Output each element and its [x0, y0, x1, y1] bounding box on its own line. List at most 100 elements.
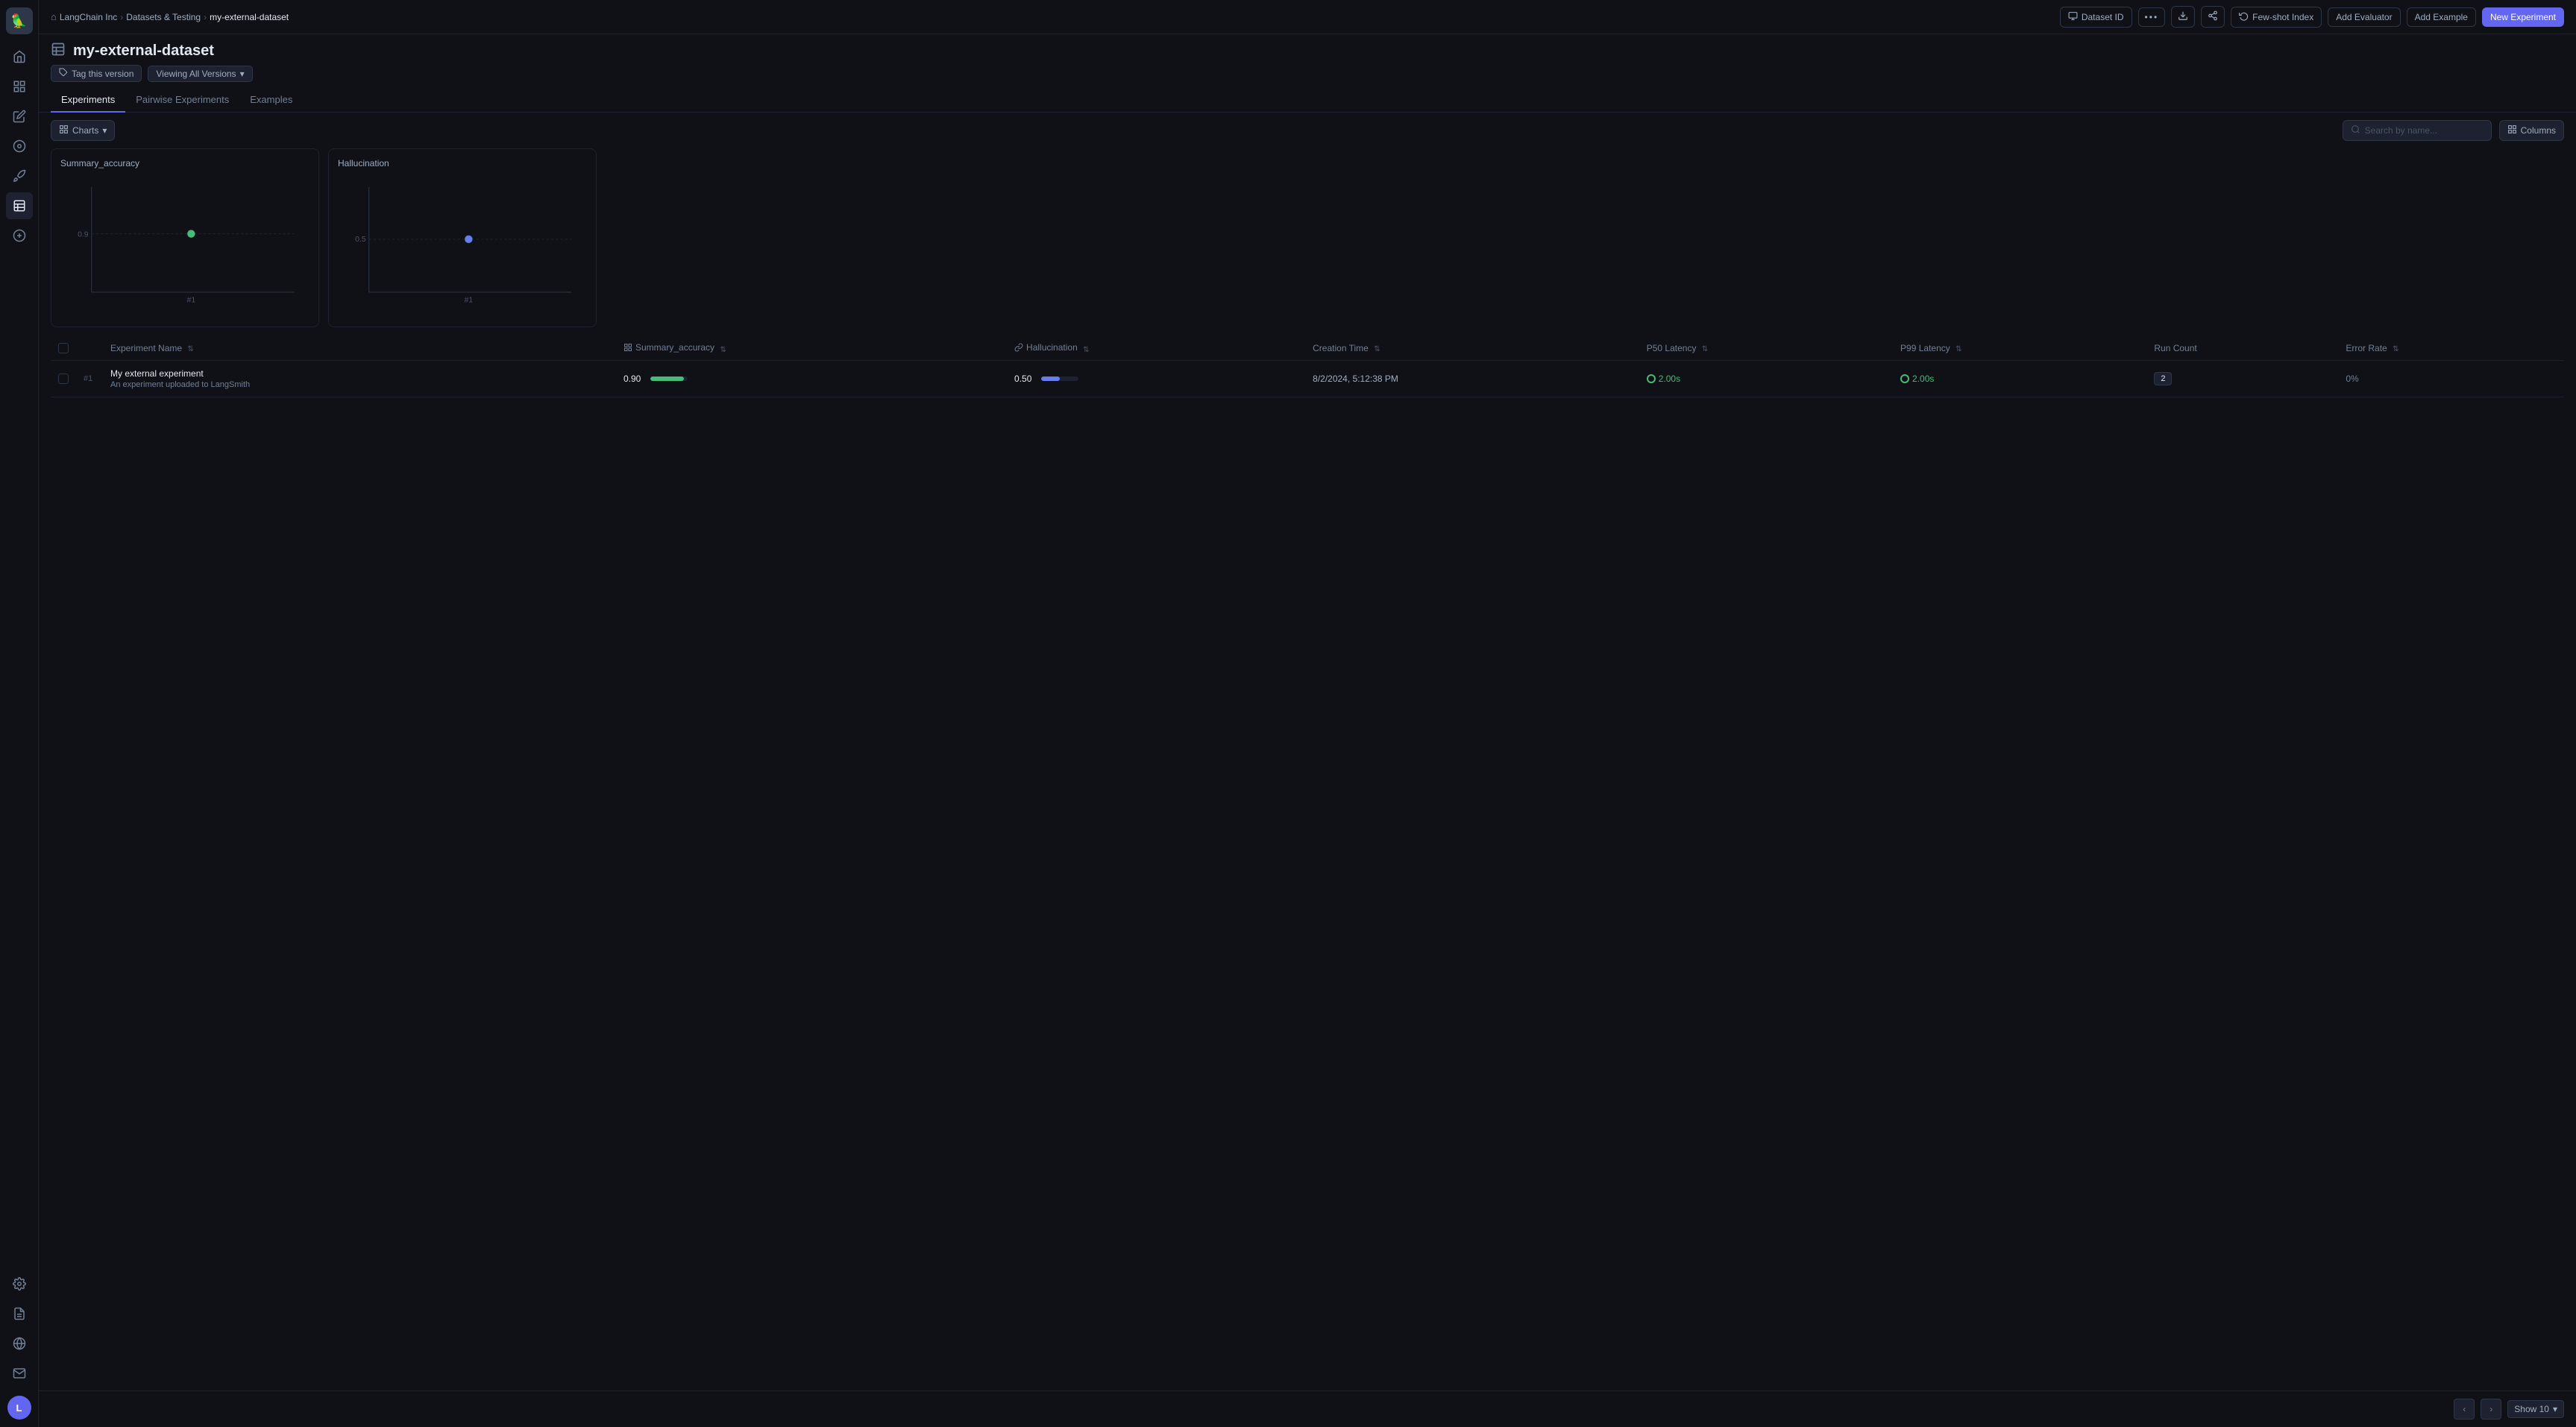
col-p50-latency[interactable]: P50 Latency ⇅ — [1639, 336, 1893, 361]
header-checkbox[interactable] — [58, 343, 69, 353]
sort-icon-error: ⇅ — [2393, 345, 2398, 353]
user-avatar[interactable]: L — [7, 1396, 31, 1420]
col-p99-latency[interactable]: P99 Latency ⇅ — [1893, 336, 2146, 361]
p99-latency: 2.00s — [1900, 374, 2139, 384]
breadcrumb-datasets[interactable]: Datasets & Testing — [126, 12, 201, 22]
hallucination-bar — [1041, 377, 1078, 381]
breadcrumb-dataset[interactable]: my-external-dataset — [210, 12, 289, 22]
sidebar-item-edit[interactable] — [6, 103, 33, 130]
download-button[interactable] — [2171, 6, 2195, 28]
tab-examples[interactable]: Examples — [239, 88, 303, 113]
col-hallucination[interactable]: Hallucination ⇅ — [1007, 336, 1305, 361]
svg-text:0.9: 0.9 — [78, 231, 89, 239]
add-evaluator-button[interactable]: Add Evaluator — [2328, 7, 2400, 27]
few-shot-button[interactable]: Few-shot Index — [2231, 7, 2322, 28]
toolbar: Charts ▾ Columns — [39, 113, 2576, 148]
sidebar: 🦜 — [0, 0, 39, 1427]
charts-label: Charts — [72, 125, 98, 136]
prev-page-button[interactable]: ‹ — [2454, 1399, 2475, 1420]
columns-label: Columns — [2521, 125, 2556, 136]
sidebar-item-settings[interactable] — [6, 1270, 33, 1297]
page-header: my-external-dataset — [39, 34, 2576, 63]
summary-accuracy-value: 0.90 — [623, 374, 646, 384]
breadcrumb-sep-1: › — [120, 12, 123, 22]
row-checkbox[interactable] — [58, 374, 69, 384]
more-options-button[interactable]: ••• — [2138, 7, 2166, 27]
sidebar-item-globe[interactable] — [6, 1330, 33, 1357]
charts-chevron-icon: ▾ — [102, 125, 107, 136]
row-name-cell: My external experiment An experiment upl… — [103, 361, 616, 397]
sidebar-item-datasets[interactable] — [6, 73, 33, 100]
add-example-button[interactable]: Add Example — [2407, 7, 2476, 27]
experiment-name[interactable]: My external experiment — [110, 368, 609, 379]
tag-version-button[interactable]: Tag this version — [51, 65, 142, 82]
tab-experiments[interactable]: Experiments — [51, 88, 125, 113]
chart-svg-1: 0.9 #1 — [60, 174, 310, 309]
row-hallucination-cell: 0.50 — [1007, 361, 1305, 397]
share-button[interactable] — [2201, 6, 2225, 28]
chart-title-2: Hallucination — [338, 158, 587, 168]
search-input[interactable] — [2365, 125, 2484, 136]
viewing-all-label: Viewing All Versions — [156, 69, 236, 79]
share-icon — [2208, 10, 2218, 23]
breadcrumb-langchain[interactable]: LangChain Inc — [60, 12, 117, 22]
col-creation-time[interactable]: Creation Time ⇅ — [1305, 336, 1639, 361]
row-num-cell: #1 — [76, 361, 103, 397]
more-icon: ••• — [2145, 12, 2159, 22]
dataset-id-button[interactable]: Dataset ID — [2060, 7, 2132, 28]
sidebar-item-table[interactable] — [6, 192, 33, 219]
p50-latency-value: 2.00s — [1659, 374, 1680, 384]
breadcrumb-icon: ⌂ — [51, 11, 57, 22]
sidebar-item-docs[interactable] — [6, 1300, 33, 1327]
tag-icon — [59, 68, 68, 79]
add-example-label: Add Example — [2415, 12, 2468, 22]
main-content: ⌂ LangChain Inc › Datasets & Testing › m… — [39, 0, 2576, 1427]
add-evaluator-label: Add Evaluator — [2336, 12, 2392, 22]
columns-button[interactable]: Columns — [2499, 120, 2564, 141]
charts-dropdown-icon — [59, 125, 69, 136]
sidebar-item-monitor[interactable] — [6, 133, 33, 160]
sort-icon-p99: ⇅ — [1955, 345, 1961, 353]
col-num — [76, 336, 103, 361]
row-p99-latency-cell: 2.00s — [1893, 361, 2146, 397]
chart-svg-2: 0.5 #1 — [338, 174, 587, 309]
table-header-row: Experiment Name ⇅ Summary_accuracy ⇅ — [51, 336, 2564, 361]
tab-pairwise[interactable]: Pairwise Experiments — [125, 88, 239, 113]
col-run-count: Run Count — [2146, 336, 2338, 361]
col-summary-accuracy[interactable]: Summary_accuracy ⇅ — [616, 336, 1007, 361]
sidebar-item-home[interactable] — [6, 43, 33, 70]
svg-text:0.5: 0.5 — [355, 236, 366, 244]
col-checkbox — [51, 336, 76, 361]
charts-dropdown-button[interactable]: Charts ▾ — [51, 120, 115, 141]
col-error-rate[interactable]: Error Rate ⇅ — [2338, 336, 2564, 361]
tag-version-label: Tag this version — [72, 69, 133, 79]
dataset-id-label: Dataset ID — [2082, 12, 2124, 22]
sidebar-item-mail[interactable] — [6, 1360, 33, 1387]
sidebar-logo[interactable]: 🦜 — [6, 7, 33, 34]
hallucination-fill — [1041, 377, 1060, 381]
page-title: my-external-dataset — [73, 42, 214, 60]
new-experiment-label: New Experiment — [2490, 12, 2556, 22]
sort-icon-p50: ⇅ — [1702, 345, 1708, 353]
table-row[interactable]: #1 My external experiment An experiment … — [51, 361, 2564, 397]
sidebar-item-add[interactable] — [6, 222, 33, 249]
topbar-actions: Dataset ID ••• — [2060, 6, 2564, 28]
viewing-versions-button[interactable]: Viewing All Versions ▾ — [148, 66, 252, 82]
summary-accuracy-fill — [650, 377, 684, 381]
summary-accuracy-bar — [650, 377, 688, 381]
show-per-page-select[interactable]: Show 10 ▾ — [2507, 1400, 2564, 1418]
sort-icon-hallucination: ⇅ — [1083, 346, 1089, 354]
next-page-button[interactable]: › — [2481, 1399, 2501, 1420]
new-experiment-button[interactable]: New Experiment — [2482, 7, 2564, 27]
hallucination-value: 0.50 — [1014, 374, 1037, 384]
p99-latency-value: 2.00s — [1912, 374, 1934, 384]
col-experiment-name[interactable]: Experiment Name ⇅ — [103, 336, 616, 361]
dataset-page-icon — [51, 42, 66, 60]
topbar: ⌂ LangChain Inc › Datasets & Testing › m… — [39, 0, 2576, 34]
sort-icon-name: ⇅ — [187, 345, 193, 353]
sidebar-item-rocket[interactable] — [6, 163, 33, 189]
summary-accuracy-score: 0.90 — [623, 374, 999, 384]
row-creation-time-cell: 8/2/2024, 5:12:38 PM — [1305, 361, 1639, 397]
search-box[interactable] — [2343, 120, 2492, 141]
row-summary-accuracy-cell: 0.90 — [616, 361, 1007, 397]
